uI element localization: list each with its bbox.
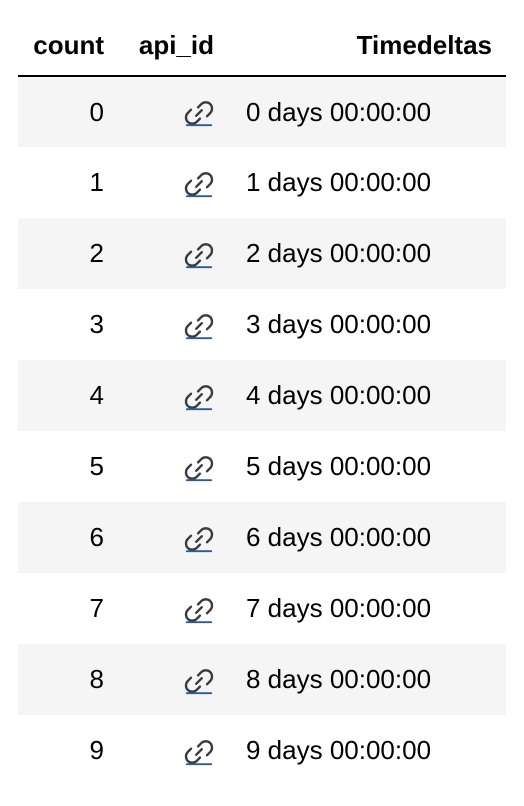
link-icon[interactable] (184, 524, 214, 554)
table-row: 9 9 days 00:00:00 (18, 715, 506, 786)
cell-api-id (118, 147, 228, 218)
cell-count: 2 (18, 218, 118, 289)
cell-api-id (118, 76, 228, 147)
table-row: 8 8 days 00:00:00 (18, 644, 506, 715)
link-icon[interactable] (184, 311, 214, 341)
table-row: 0 0 days 00:00:00 (18, 76, 506, 147)
link-icon[interactable] (184, 666, 214, 696)
table-row: 3 3 days 00:00:00 (18, 289, 506, 360)
cell-timedelta: 3 days 00:00:00 (228, 289, 506, 360)
cell-timedelta: 1 days 00:00:00 (228, 147, 506, 218)
column-header-api-id: api_id (118, 20, 228, 76)
cell-count: 4 (18, 360, 118, 431)
cell-timedelta: 9 days 00:00:00 (228, 715, 506, 786)
link-icon[interactable] (184, 169, 214, 199)
cell-count: 5 (18, 431, 118, 502)
cell-timedelta: 6 days 00:00:00 (228, 502, 506, 573)
column-header-timedeltas: Timedeltas (228, 20, 506, 76)
link-icon[interactable] (184, 98, 214, 128)
cell-count: 9 (18, 715, 118, 786)
cell-api-id (118, 360, 228, 431)
cell-timedelta: 8 days 00:00:00 (228, 644, 506, 715)
cell-count: 6 (18, 502, 118, 573)
link-icon[interactable] (184, 595, 214, 625)
cell-timedelta: 4 days 00:00:00 (228, 360, 506, 431)
cell-count: 1 (18, 147, 118, 218)
table-row: 6 6 days 00:00:00 (18, 502, 506, 573)
link-icon[interactable] (184, 240, 214, 270)
cell-count: 0 (18, 76, 118, 147)
cell-timedelta: 5 days 00:00:00 (228, 431, 506, 502)
link-icon[interactable] (184, 737, 214, 767)
link-icon[interactable] (184, 382, 214, 412)
cell-api-id (118, 715, 228, 786)
cell-api-id (118, 431, 228, 502)
cell-api-id (118, 218, 228, 289)
cell-api-id (118, 644, 228, 715)
column-header-count: count (18, 20, 118, 76)
cell-api-id (118, 502, 228, 573)
table-header-row: count api_id Timedeltas (18, 20, 506, 76)
table-row: 5 5 days 00:00:00 (18, 431, 506, 502)
cell-timedelta: 0 days 00:00:00 (228, 76, 506, 147)
cell-count: 7 (18, 573, 118, 644)
cell-count: 3 (18, 289, 118, 360)
table-row: 4 4 days 00:00:00 (18, 360, 506, 431)
cell-api-id (118, 289, 228, 360)
cell-timedelta: 2 days 00:00:00 (228, 218, 506, 289)
table-row: 7 7 days 00:00:00 (18, 573, 506, 644)
link-icon[interactable] (184, 453, 214, 483)
cell-count: 8 (18, 644, 118, 715)
cell-timedelta: 7 days 00:00:00 (228, 573, 506, 644)
data-table: count api_id Timedeltas 0 0 days 00:00:0… (18, 20, 506, 786)
table-row: 2 2 days 00:00:00 (18, 218, 506, 289)
cell-api-id (118, 573, 228, 644)
table-row: 1 1 days 00:00:00 (18, 147, 506, 218)
